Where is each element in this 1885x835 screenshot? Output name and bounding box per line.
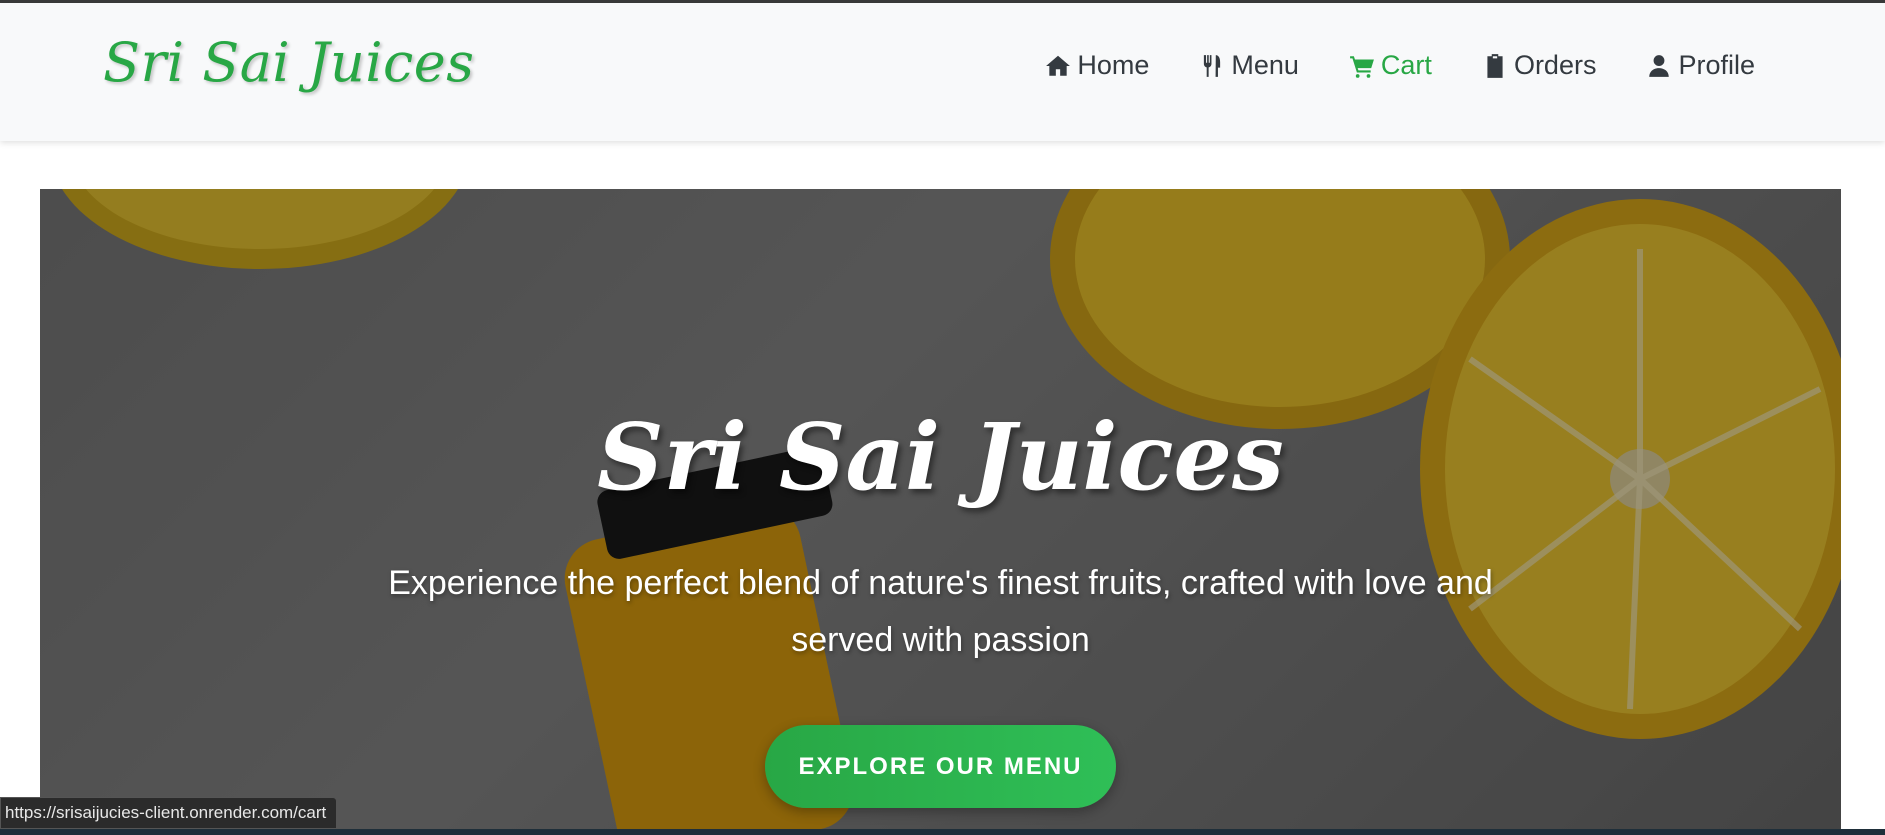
utensils-icon [1204,54,1221,77]
nav-home[interactable]: Home [1045,50,1149,81]
nav-profile-label: Profile [1678,50,1755,80]
nav-orders-label: Orders [1513,50,1597,80]
nav-orders[interactable]: Orders [1482,50,1597,81]
brand-logo[interactable]: Sri Sai Juices [103,31,474,94]
cart-icon [1350,55,1374,78]
user-icon [1649,54,1670,77]
status-bar-url: https://srisaijucies-client.onrender.com… [0,797,338,829]
nav-home-label: Home [1077,50,1150,80]
navbar: Sri Sai Juices Home Menu Cart Orders Pro… [0,3,1885,141]
home-icon [1046,55,1071,76]
nav-menu-label: Menu [1231,50,1299,80]
nav-profile[interactable]: Profile [1646,50,1755,81]
main-nav: Home Menu Cart Orders Profile [1045,50,1755,81]
taskbar-edge [0,829,1885,835]
nav-cart[interactable]: Cart [1349,50,1432,81]
hero-title: Sri Sai Juices [597,403,1284,511]
clipboard-icon [1487,53,1503,78]
nav-cart-label: Cart [1380,50,1432,80]
hero-subtitle: Experience the perfect blend of nature's… [388,564,1493,659]
hero-banner: Sri Sai Juices Experience the perfect bl… [40,189,1841,835]
explore-menu-button[interactable]: EXPLORE OUR MENU [765,725,1116,808]
nav-menu[interactable]: Menu [1199,50,1299,81]
